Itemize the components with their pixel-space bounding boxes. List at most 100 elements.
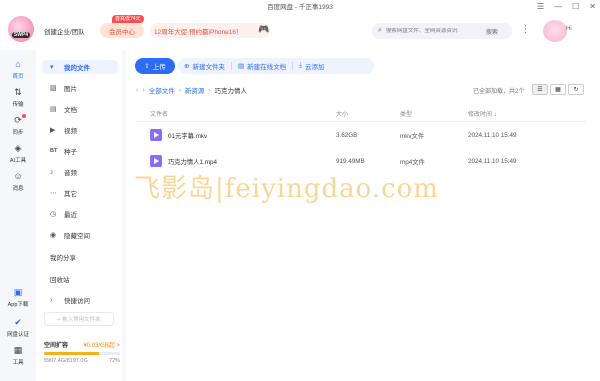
file-time: 2024.11.10 15:49 [468,131,517,139]
rail-item-message[interactable]: ☺ 消息 [0,170,36,192]
rail-label: 首页 [12,74,24,80]
document-icon: ▤ [50,106,57,113]
column-time[interactable]: 修改时间 ↓ [468,109,586,118]
ai-icon: ◈ [14,143,22,153]
tools-icon: ▦ [13,345,23,355]
file-size: 919.49MB [336,157,365,165]
sidebar-item-recent[interactable]: ◷ 最近 [42,207,118,221]
new-online-doc-button[interactable]: ▤ 新建在线文档 [232,61,292,71]
rail-label: App下载 [7,302,29,308]
member-center-button[interactable]: 会员中心 [100,23,144,38]
back-icon[interactable]: ‹ [136,87,138,94]
forward-icon[interactable]: › [142,87,144,94]
list-view-icon[interactable]: ☰ [532,84,548,95]
upload-button[interactable]: ⇧ 上传 [135,58,175,74]
sidebar-item-my-share[interactable]: 我的分享 [42,250,118,264]
logo-text: SWP4 [11,32,31,38]
storage-percent: 72% [108,358,120,364]
main-panel: ⇧ 上传 ⊕ 新建文件夹 ▤ 新建在线文档 ⤓ 云添加 ‹ › 全部文件 › 新资源 ›… [126,50,600,381]
more-menu-icon[interactable]: ⋮ [521,25,530,34]
nav-rail: ⌂ 首页 ⇅ 传输 ⟳ 同步 ◈ AI工具 ☺ 消息 ▣ App下载 ✔ 网盘认证 ▦ 工具 [0,50,36,381]
file-name[interactable]: 01元字幕.mkv [168,131,207,140]
breadcrumb-current: 巧克力情人 [214,88,248,95]
verify-icon: ✔ [14,317,22,327]
avatar[interactable] [543,20,567,42]
sidebar-item-hidden[interactable]: ◉ 隐藏空间 [42,228,118,242]
column-time-label: 修改时间 [468,111,493,118]
storage-usage-fill [44,352,99,355]
sidebar-label: 回收站 [50,277,70,284]
sidebar-item-images[interactable]: ▨ 图片 [42,81,118,95]
home-icon: ⌂ [15,59,21,69]
table-header: 文件名 大小 类型 修改时间 ↓ [136,106,586,120]
sidebar-item-docs[interactable]: ▤ 文档 [42,102,118,116]
rail-item-tools[interactable]: ▦ 工具 [0,344,36,366]
sidebar-item-torrent[interactable]: BT 种子 [42,144,118,158]
sidebar-label: 图片 [64,86,77,93]
column-name[interactable]: 文件名 [150,109,336,118]
storage-price-link[interactable]: ¥0.03/GB起 > [83,340,120,349]
add-favorite-folder[interactable]: + 拖入常用文件夹 [44,312,114,326]
minimize-button[interactable]: — [554,2,562,11]
rail-label: 消息 [12,186,24,192]
column-type[interactable]: 类型 [400,109,468,118]
file-type: mkv文件 [400,132,425,140]
storage-expand-label[interactable]: 空间扩容 [44,340,68,349]
rail-item-verify[interactable]: ✔ 网盘认证 [0,316,36,338]
sidebar-label: 音频 [64,170,77,177]
chevron-right-icon: › [50,296,53,304]
view-toggle: ☰ ▦ ↻ [532,84,584,95]
maximize-button[interactable]: ☐ [572,2,579,11]
breadcrumb-mid[interactable]: 新资源 [185,85,205,95]
sidebar-item-my-files[interactable]: ▾ 我的文件 [42,60,118,74]
sidebar: ▾ 我的文件 ▨ 图片 ▤ 文档 ▶ 视频 BT 种子 ♪ 音频 ⋯ 其它 ◷ 最近 ◉ 隐藏空间… [36,50,122,381]
rail-label: 传输 [12,102,24,108]
sidebar-item-recycle[interactable]: 回收站 [42,272,118,286]
header: SWP4 创建企业/团队 首充低74元 会员中心 12周年大促 预约赢iPhon… [0,12,600,50]
table-row[interactable]: 01元字幕.mkv 3.62GB mkv文件 2024.11.10 15:49 [136,124,586,146]
search-icon: ⌕ [378,27,382,34]
tool-label: 新建在线文档 [247,64,287,71]
create-team-button[interactable]: 创建企业/团队 [40,24,89,38]
menu-icon[interactable]: ☰ [537,2,544,11]
app-logo[interactable]: SWP4 [8,16,34,42]
breadcrumb: ‹ › 全部文件 › 新资源 › 巧克力情人 [136,85,248,96]
promo-banner[interactable]: 12周年大促 预约赢iPhone16！ [150,23,270,38]
folder-plus-icon: ⊕ [184,63,190,70]
cloud-add-button[interactable]: ⤓ 云添加 [293,61,330,71]
breadcrumb-separator: › [208,86,211,94]
app-icon: ▣ [13,287,23,297]
breadcrumb-root[interactable]: 全部文件 [149,85,175,95]
rail-item-ai[interactable]: ◈ AI工具 [0,142,36,164]
storage-usage-bar [44,352,120,355]
refresh-icon[interactable]: ↻ [568,84,584,95]
sidebar-item-other[interactable]: ⋯ 其它 [42,186,118,200]
new-folder-button[interactable]: ⊕ 新建文件夹 [178,61,231,71]
music-icon: ♪ [50,168,54,176]
video-file-icon [150,129,162,141]
more-icon: ⋯ [50,190,57,197]
rail-item-transfer[interactable]: ⇅ 传输 [0,86,36,108]
search-input[interactable] [385,28,482,34]
chevron-down-icon: ▾ [50,64,54,71]
storage-panel: 空间扩容 ¥0.03/GB起 > 5907.4G/8197.0G 72% [44,340,120,364]
search-button[interactable]: 搜索 [486,27,498,36]
sidebar-label: 种子 [64,149,77,156]
divider [136,121,586,122]
toolbar-group: ⊕ 新建文件夹 ▤ 新建在线文档 ⤓ 云添加 [178,58,374,74]
column-size[interactable]: 大小 [336,109,400,118]
sidebar-item-audio[interactable]: ♪ 音频 [42,165,118,179]
grid-view-icon[interactable]: ▦ [550,84,566,95]
rail-item-home[interactable]: ⌂ 首页 [0,58,36,80]
window-title: 百度网盘 - 千正事1993 [267,4,333,11]
file-name[interactable]: 巧克力情人1.mp4 [168,157,217,166]
rail-item-sync[interactable]: ⟳ 同步 [0,114,36,136]
close-button[interactable]: ✕ [589,2,596,11]
gamepad-icon[interactable]: 🎮 [258,25,269,34]
message-icon: ☺ [13,171,23,181]
rail-item-app[interactable]: ▣ App下载 [0,286,36,308]
sidebar-label: 我的分享 [50,255,76,262]
sidebar-item-video[interactable]: ▶ 视频 [42,123,118,137]
sidebar-item-quick-access[interactable]: › 快捷访问 [42,293,118,307]
file-time: 2024.11.10 15:49 [468,157,517,165]
